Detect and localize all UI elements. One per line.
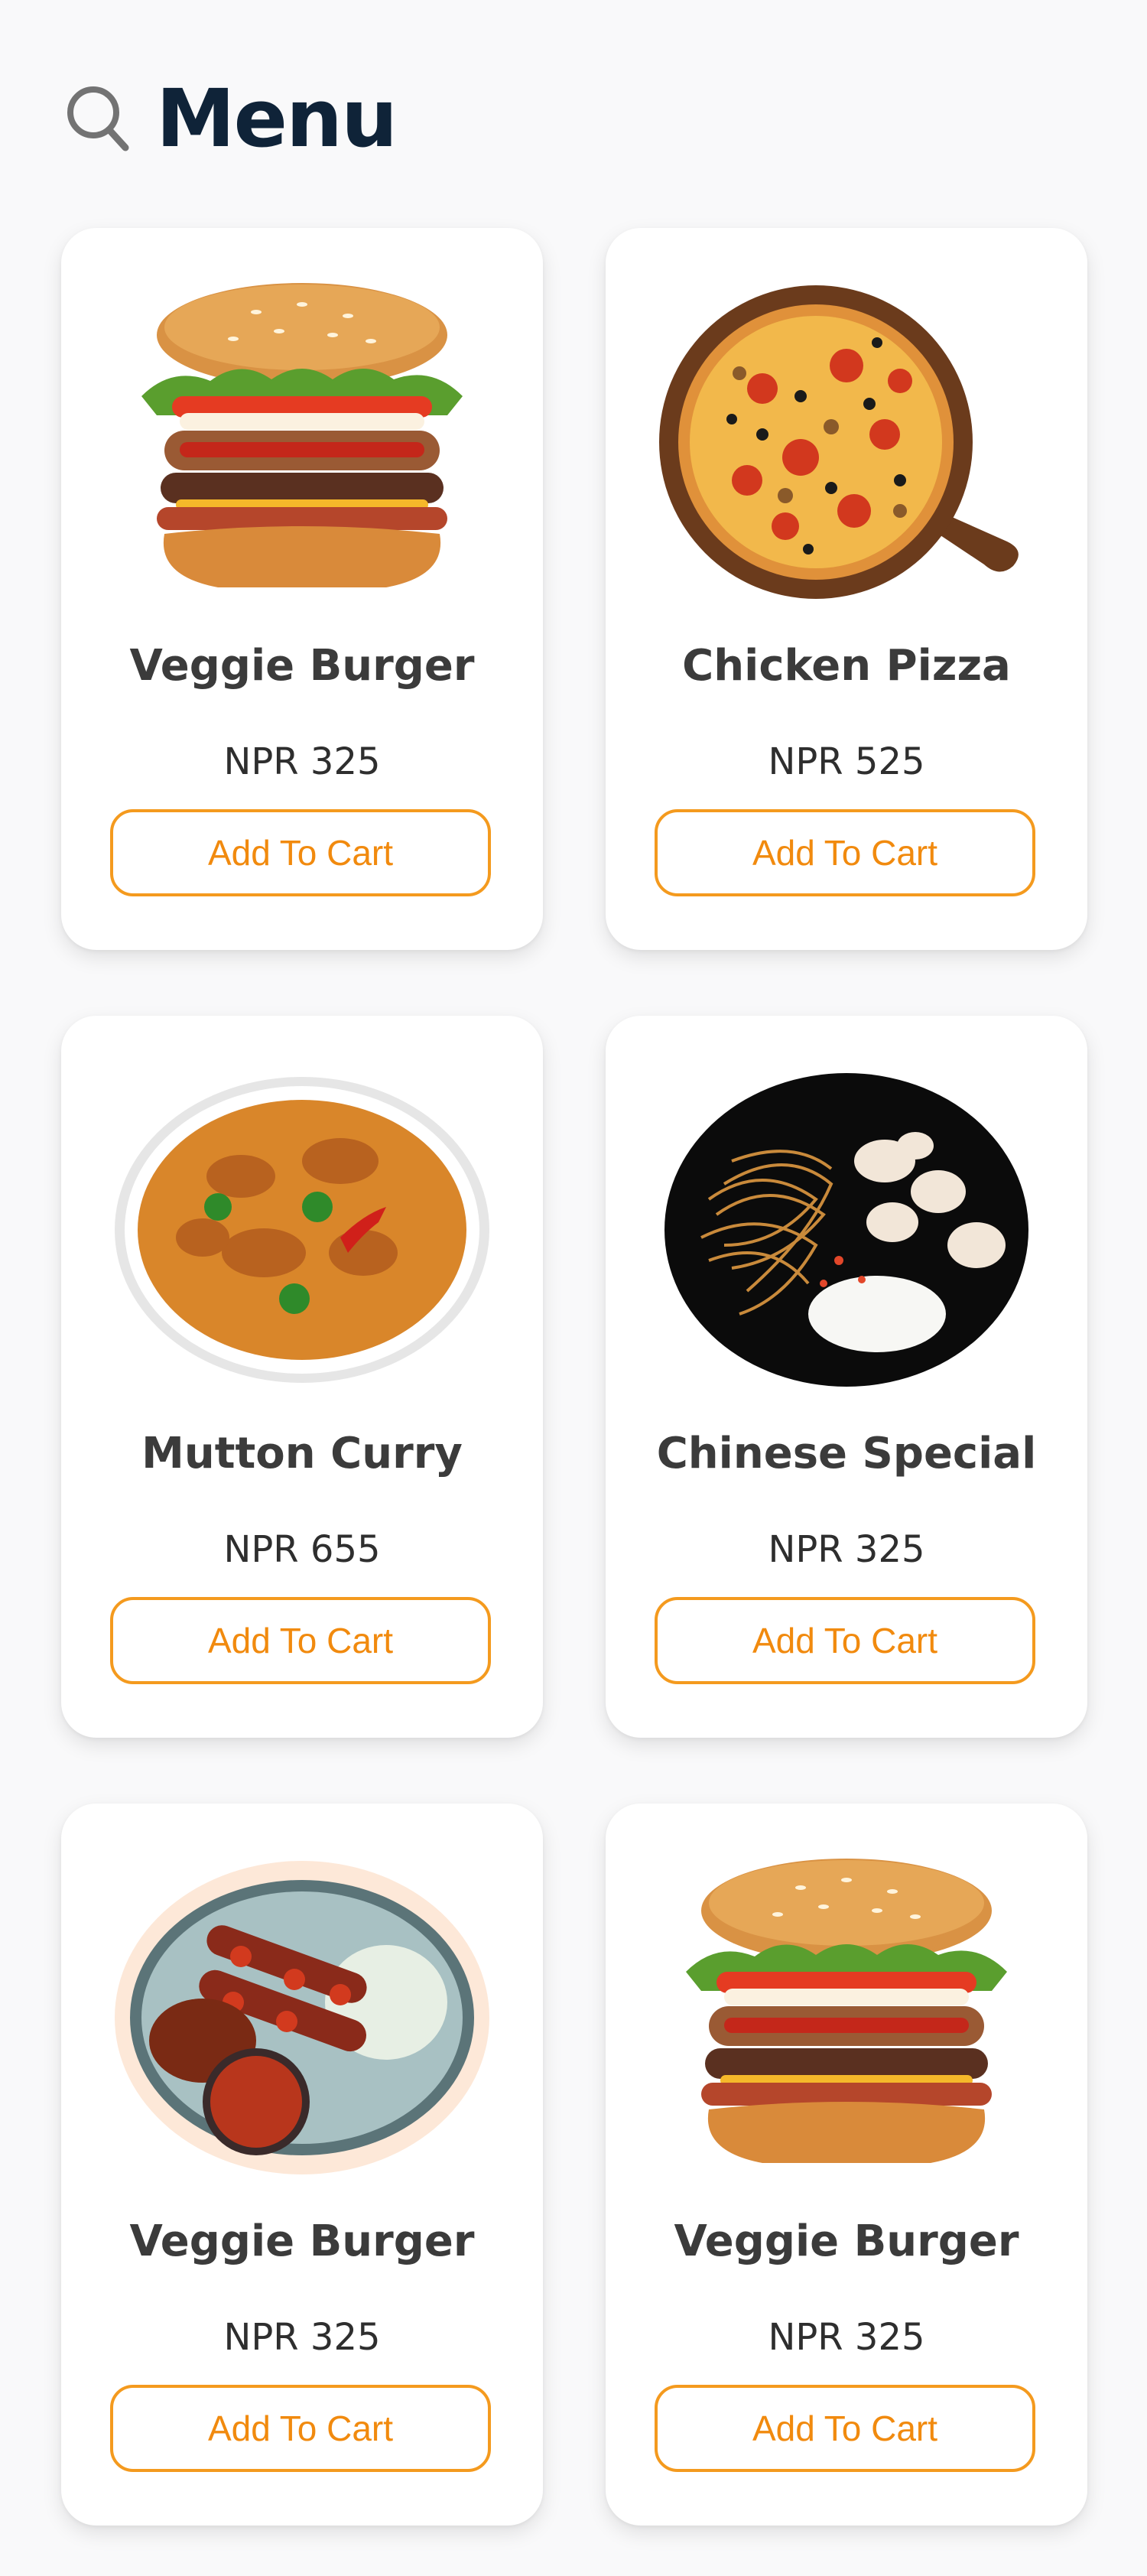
menu-card[interactable]: Chinese Special NPR 325 Add To Cart (606, 1016, 1087, 1738)
noodles-image (606, 1062, 1087, 1398)
item-price: NPR 325 (768, 2316, 925, 2359)
add-to-cart-button[interactable]: Add To Cart (110, 2385, 491, 2472)
menu-card[interactable]: Chicken Pizza NPR 525 Add To Cart (606, 228, 1087, 950)
menu-card[interactable]: Veggie Burger NPR 325 Add To Cart (606, 1804, 1087, 2526)
item-name: Veggie Burger (129, 641, 475, 691)
item-name: Chinese Special (656, 1429, 1037, 1478)
add-to-cart-button[interactable]: Add To Cart (655, 1597, 1035, 1684)
item-price: NPR 655 (223, 1528, 381, 1571)
burger-image (606, 1849, 1087, 2186)
add-to-cart-button[interactable]: Add To Cart (655, 2385, 1035, 2472)
add-to-cart-button[interactable]: Add To Cart (655, 809, 1035, 896)
menu-card[interactable]: Veggie Burger NPR 325 Add To Cart (61, 228, 543, 950)
pizza-image (606, 274, 1087, 610)
item-name: Veggie Burger (129, 2217, 475, 2266)
item-price: NPR 525 (768, 740, 925, 783)
burger-image (61, 274, 543, 610)
menu-grid: Veggie Burger NPR 325 Add To Cart Chicke… (0, 0, 1147, 2576)
item-price: NPR 325 (768, 1528, 925, 1571)
item-name: Mutton Curry (141, 1429, 463, 1478)
menu-card[interactable]: Mutton Curry NPR 655 Add To Cart (61, 1016, 543, 1738)
add-to-cart-button[interactable]: Add To Cart (110, 1597, 491, 1684)
item-name: Veggie Burger (674, 2217, 1019, 2266)
add-to-cart-button[interactable]: Add To Cart (110, 809, 491, 896)
item-price: NPR 325 (223, 2316, 381, 2359)
item-name: Chicken Pizza (682, 641, 1011, 691)
skewers-image (61, 1849, 543, 2186)
menu-card[interactable]: Veggie Burger NPR 325 Add To Cart (61, 1804, 543, 2526)
item-price: NPR 325 (223, 740, 381, 783)
curry-image (61, 1062, 543, 1398)
